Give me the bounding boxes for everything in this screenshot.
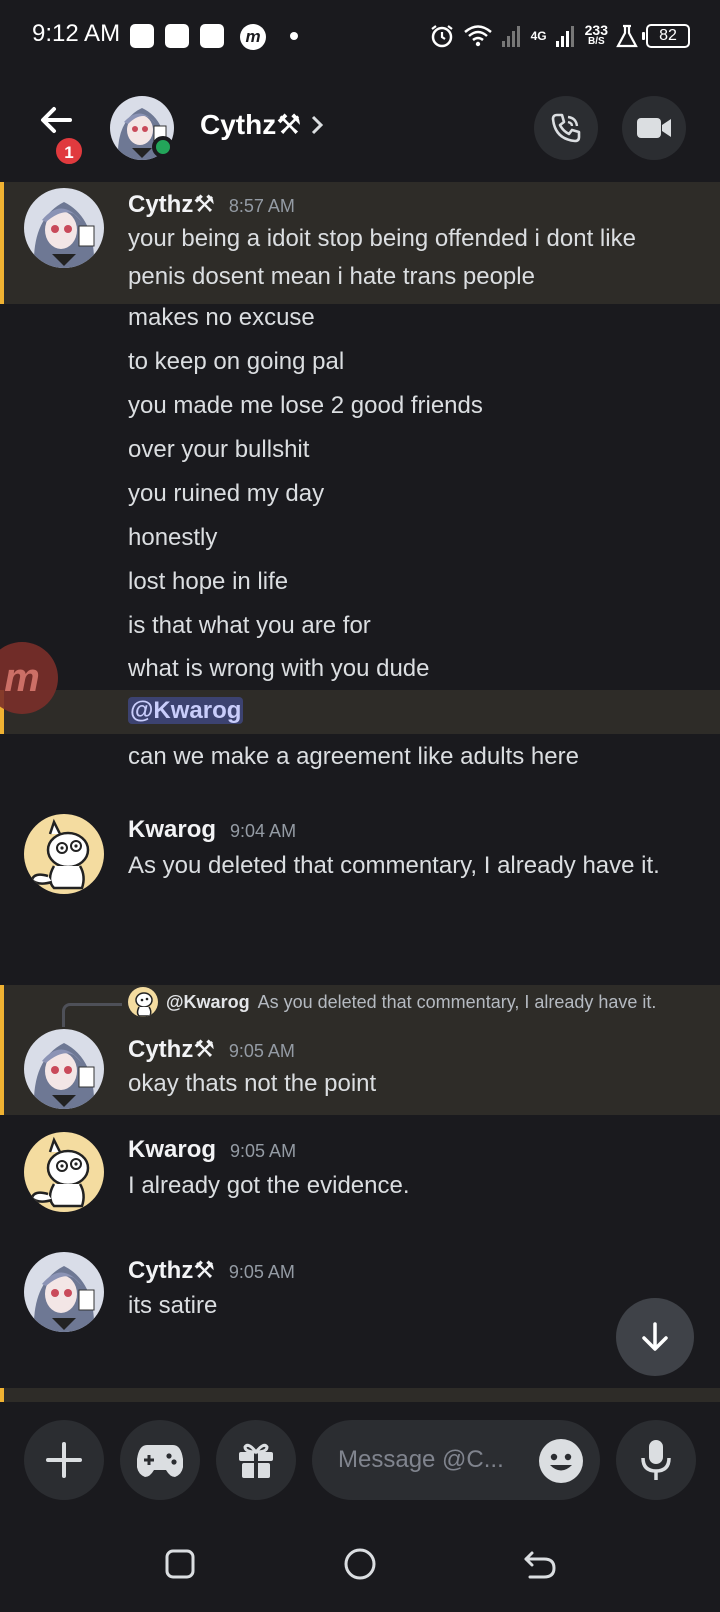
message-timestamp: 9:04 AM [230,821,297,841]
avatar[interactable] [24,1132,104,1212]
recent-apps-button[interactable] [158,1542,202,1586]
message-text: to keep on going pal [128,348,345,375]
reply-text: As you deleted that commentary, I alread… [257,991,657,1012]
avatar [128,987,158,1017]
arrow-down-icon [642,1322,668,1351]
chevron-right-icon [312,115,324,134]
message-timestamp: 8:57 AM [228,196,295,216]
message-text: its satire [128,1292,218,1319]
message-composer: Message @C... [0,1402,720,1514]
conversation-name: Cythz⚒ [200,109,302,140]
avatar[interactable] [24,1252,104,1332]
message-text: @Kwarog [128,692,698,730]
message-author[interactable]: Kwarog 9:05 AM [128,1136,296,1164]
network-speed: 233 B/S [584,22,608,47]
message-text: makes no excuse [128,304,315,331]
message-group[interactable]: @Kwarog As you deleted that commentary, … [0,985,720,1115]
user-mention[interactable]: @Kwarog [128,697,244,724]
online-status-indicator [152,136,174,158]
chat-header: 1 Cythz⚒ [0,86,720,172]
circle-icon [344,1548,376,1580]
system-navigation-bar [0,1514,720,1612]
unread-badge: 1 [54,136,84,166]
phone-icon [551,113,581,143]
message-text: you ruined my day [128,480,325,507]
message-row-mention[interactable]: @Kwarog [0,690,720,734]
activities-button[interactable] [120,1420,200,1500]
status-bar: 9:12 AM m 4G 233 B/S 82 [0,0,720,72]
gift-icon [239,1443,273,1478]
add-attachment-button[interactable] [24,1420,104,1500]
home-button[interactable] [338,1542,382,1586]
notification-icon [130,24,154,48]
message-text: I already got the evidence. [128,1172,410,1199]
notification-icon [200,24,224,48]
back-arrow-icon[interactable] [36,100,76,140]
message-text: what is wrong with you dude [128,655,430,682]
message-text: you made me lose 2 good friends [128,392,483,419]
message-text: over your bullshit [128,436,310,463]
battery-indicator: 82 [642,24,690,48]
message-timestamp: 9:05 AM [228,1041,295,1061]
flask-icon [616,24,638,48]
gamepad-icon [137,1445,183,1477]
message-group-partial[interactable] [0,1388,720,1402]
voice-message-button[interactable] [616,1420,696,1500]
avatar[interactable] [24,1029,104,1109]
message-author[interactable]: Cythz⚒ 9:05 AM [128,1035,295,1064]
wifi-icon [463,25,492,47]
message-text: As you deleted that commentary, I alread… [128,852,660,879]
reply-author: @Kwarog [166,991,250,1012]
back-button[interactable] [518,1542,562,1586]
reply-preview[interactable]: @Kwarog As you deleted that commentary, … [128,987,656,1017]
microphone-icon [641,1440,671,1480]
message-group[interactable]: Cythz⚒ 9:05 AM its satire [0,1250,720,1350]
message-timestamp: 9:05 AM [228,1262,295,1282]
notification-icon [165,24,189,48]
avatar[interactable] [24,188,104,268]
reply-connector [62,1003,122,1027]
return-arrow-icon [524,1551,556,1579]
app-notification-icon: m [240,24,266,50]
message-text: okay thats not the point [128,1070,377,1097]
message-author[interactable]: Cythz⚒ 9:05 AM [128,1256,295,1285]
message-text: lost hope in life [128,568,289,595]
message-text: can we make a agreement like adults here [128,743,579,770]
emoji-icon[interactable] [538,1438,584,1484]
more-notifications-icon [290,32,298,40]
conversation-title[interactable]: Cythz⚒ [200,108,327,141]
message-input-placeholder: Message @C... [338,1446,504,1473]
message-timestamp: 9:05 AM [230,1141,297,1161]
message-author[interactable]: Kwarog 9:04 AM [128,816,296,844]
square-icon [165,1549,195,1579]
gift-button[interactable] [216,1420,296,1500]
message-group[interactable]: Kwarog 9:04 AM As you deleted that comme… [0,810,720,930]
signal-icon [501,26,520,47]
message-input[interactable]: Message @C... [312,1420,600,1500]
message-text: is that what you are for [128,612,371,639]
message-group[interactable]: Kwarog 9:05 AM I already got the evidenc… [0,1130,720,1230]
signal-icon [555,26,574,47]
network-type: 4G [530,29,547,43]
plus-icon [46,1442,82,1478]
video-call-button[interactable] [622,96,686,160]
voice-call-button[interactable] [534,96,598,160]
alarm-icon [430,25,453,48]
message-text: honestly [128,524,218,551]
video-camera-icon [637,118,671,138]
avatar[interactable] [24,814,104,894]
message-group[interactable]: Cythz⚒ 8:57 AM your being a idoit stop b… [0,182,720,304]
message-list[interactable]: Cythz⚒ 8:57 AM your being a idoit stop b… [0,180,720,1402]
jump-to-present-button[interactable] [616,1298,694,1376]
message-author[interactable]: Cythz⚒ 8:57 AM [128,190,295,219]
status-time: 9:12 AM [32,20,121,47]
message-text: your being a idoit stop being offended i… [128,225,636,290]
